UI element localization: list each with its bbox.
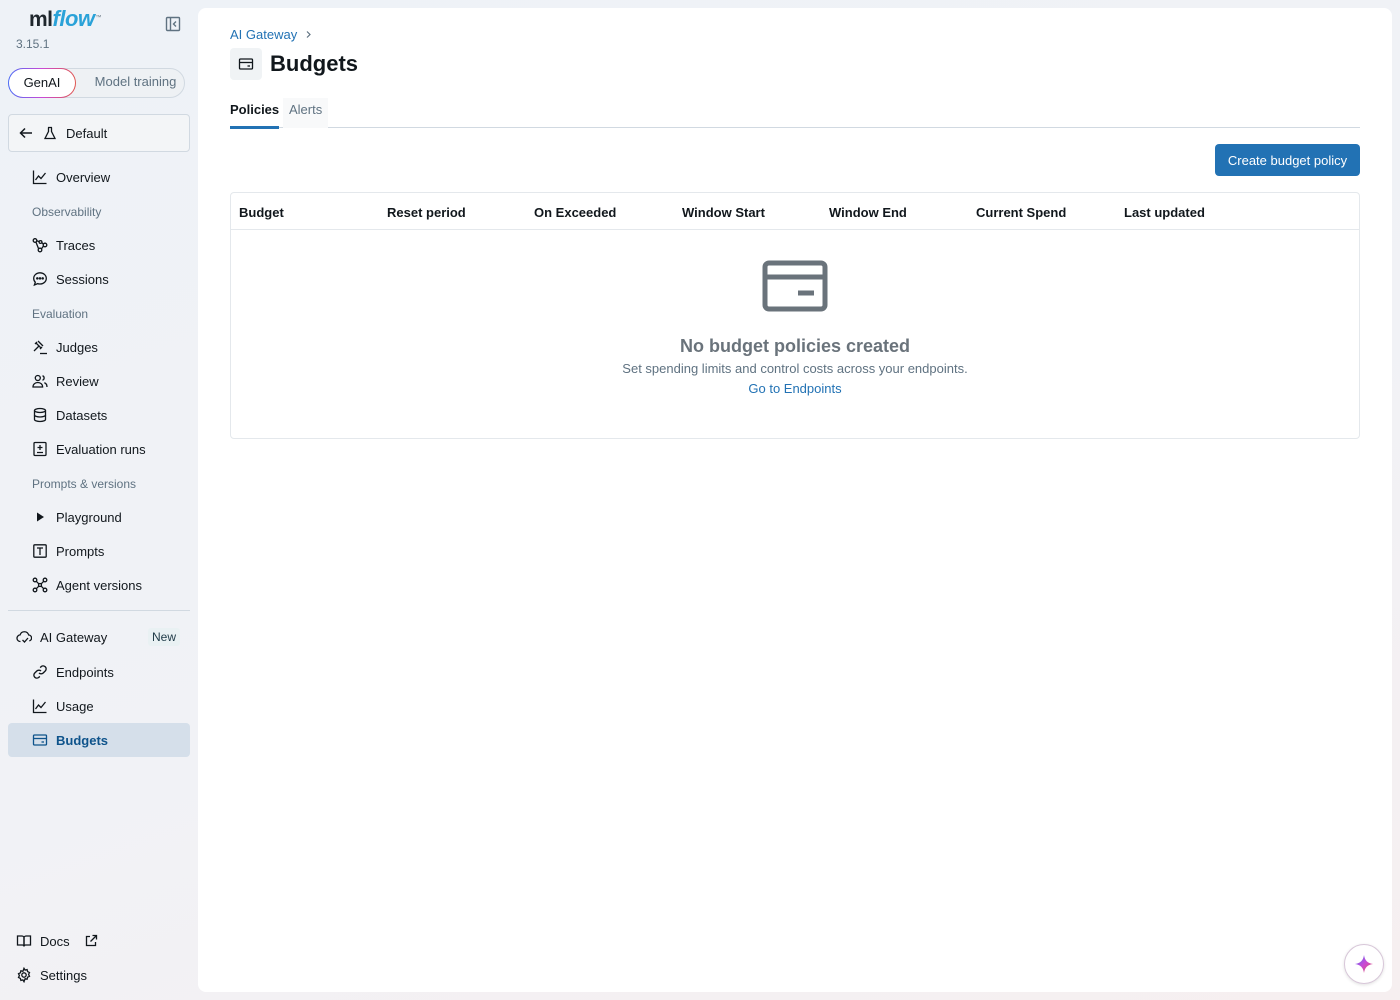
sidebar-item-label: Datasets (56, 407, 108, 423)
line-chart-icon (32, 699, 47, 714)
chevron-right-icon (306, 31, 312, 38)
section-evaluation: Evaluation (32, 307, 89, 321)
chat-bubble-icon (33, 272, 47, 287)
assistant-button[interactable] (1344, 944, 1384, 984)
play-icon (37, 512, 44, 522)
sidebar-item-label: Usage (56, 698, 94, 714)
collapse-sidebar-icon[interactable] (164, 15, 182, 33)
workspace-label: Default (66, 125, 108, 141)
sidebar-item-endpoints[interactable]: Endpoints (8, 655, 190, 689)
mlflow-logo[interactable]: ml flow ™ (29, 6, 102, 34)
new-badge: New (148, 628, 181, 646)
sidebar-item-label: Judges (56, 339, 98, 355)
empty-state-description: Set spending limits and control costs ac… (622, 361, 968, 376)
breadcrumb-ai-gateway[interactable]: AI Gateway (230, 27, 297, 42)
sidebar-item-docs[interactable]: Docs (8, 924, 190, 958)
page-title: Budgets (270, 51, 358, 76)
external-link-icon (85, 934, 98, 947)
mode-model-training[interactable]: Model training (79, 68, 192, 98)
line-chart-icon (32, 170, 47, 185)
column-header-on-exceeded[interactable]: On Exceeded (534, 205, 616, 220)
section-observability: Observability (32, 205, 102, 219)
column-header-window-start[interactable]: Window Start (682, 205, 765, 220)
sidebar-divider (8, 610, 190, 611)
sidebar-item-label: Review (56, 373, 99, 389)
mode-switch: GenAI Model training (8, 68, 185, 98)
sidebar-item-label: Agent versions (56, 577, 142, 593)
logo-ml: ml (29, 8, 53, 31)
column-header-last-updated[interactable]: Last updated (1124, 205, 1205, 220)
empty-state-title: No budget policies created (679, 336, 911, 356)
sidebar-item-label: Prompts (56, 543, 105, 559)
sidebar-item-label: Traces (56, 237, 96, 253)
logo-flow: flow (52, 6, 96, 31)
sidebar-item-overview[interactable]: Overview (8, 160, 190, 194)
sidebar: ml flow ™ 3.15.1 GenAI Model training De… (0, 0, 198, 1000)
sidebar-item-usage[interactable]: Usage (8, 689, 190, 723)
table-header: Budget Reset period On Exceeded Window S… (231, 193, 1359, 230)
sidebar-item-evaluation-runs[interactable]: Evaluation runs (8, 432, 190, 466)
app-version: 3.15.1 (16, 37, 50, 51)
budget-policies-table: Budget Reset period On Exceeded Window S… (230, 192, 1360, 439)
credit-card-icon (32, 734, 48, 746)
gavel-icon (33, 340, 47, 355)
sidebar-item-prompts[interactable]: Prompts (8, 534, 190, 568)
sidebar-item-label: Sessions (56, 271, 109, 287)
main-panel: AI Gateway Budgets Policies Alerts Creat… (198, 8, 1392, 992)
logo-trademark: ™ (95, 15, 102, 21)
gear-icon (17, 967, 31, 983)
arrow-left-icon (19, 127, 32, 139)
sidebar-item-label: AI Gateway (40, 629, 108, 645)
database-icon (33, 407, 47, 423)
sidebar-item-settings[interactable]: Settings (8, 958, 190, 992)
sidebar-item-label: Docs (40, 933, 70, 949)
column-header-budget[interactable]: Budget (239, 205, 284, 220)
sidebar-item-label: Endpoints (56, 664, 114, 680)
column-header-current-spend[interactable]: Current Spend (976, 205, 1066, 220)
mode-genai[interactable]: GenAI (8, 68, 76, 98)
sparkle-icon (1355, 955, 1373, 973)
column-header-window-end[interactable]: Window End (829, 205, 907, 220)
tab-policies[interactable]: Policies (230, 98, 280, 129)
link-icon (33, 665, 47, 679)
credit-card-icon (762, 260, 828, 312)
users-icon (32, 374, 48, 388)
credit-card-icon (230, 48, 262, 80)
sidebar-item-label: Evaluation runs (56, 441, 146, 457)
text-box-icon (33, 544, 47, 558)
tab-alerts[interactable]: Alerts (283, 98, 329, 128)
breadcrumb: AI Gateway (230, 27, 313, 42)
workspace-selector[interactable]: Default (8, 114, 190, 152)
sidebar-item-judges[interactable]: Judges (8, 330, 190, 364)
sidebar-item-datasets[interactable]: Datasets (8, 398, 190, 432)
sidebar-item-label: Playground (56, 509, 122, 525)
agent-network-icon (32, 577, 48, 593)
sidebar-item-label: Overview (56, 169, 111, 185)
section-prompts: Prompts & versions (32, 477, 137, 491)
tab-bar: Policies Alerts (230, 98, 1360, 129)
sidebar-item-budgets[interactable]: Budgets (8, 723, 190, 757)
create-budget-policy-button[interactable]: Create budget policy (1215, 144, 1360, 176)
sidebar-item-ai-gateway[interactable]: AI Gateway New (8, 620, 190, 654)
sidebar-item-review[interactable]: Review (8, 364, 190, 398)
go-to-endpoints-link[interactable]: Go to Endpoints (231, 381, 1359, 396)
sidebar-item-playground[interactable]: Playground (8, 500, 190, 534)
page-header: Budgets (230, 48, 358, 80)
sidebar-item-agent-versions[interactable]: Agent versions (8, 568, 190, 602)
cloud-gateway-icon (16, 631, 32, 643)
traces-icon (32, 238, 48, 253)
sidebar-item-traces[interactable]: Traces (8, 228, 190, 262)
flask-icon (43, 126, 57, 140)
sidebar-item-sessions[interactable]: Sessions (8, 262, 190, 296)
column-header-reset-period[interactable]: Reset period (387, 205, 466, 220)
book-icon (16, 935, 32, 947)
sidebar-item-label: Budgets (56, 732, 108, 748)
evaluation-runs-icon (33, 441, 47, 457)
sidebar-item-label: Settings (40, 967, 87, 983)
